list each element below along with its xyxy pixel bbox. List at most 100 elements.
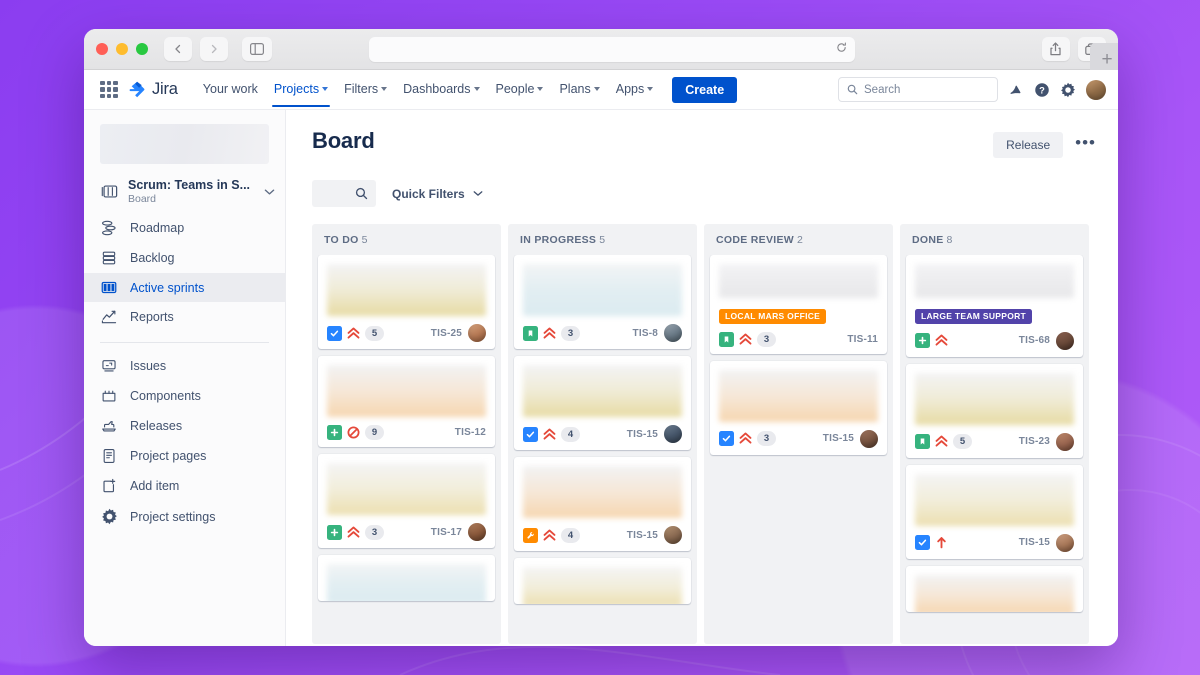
- close-window-button[interactable]: [96, 43, 108, 55]
- card-summary-redacted: [719, 369, 878, 422]
- bug-bookmark-icon[interactable]: [915, 434, 930, 449]
- board-card[interactable]: 9 TIS-12: [318, 356, 495, 447]
- assignee-avatar[interactable]: [468, 324, 486, 342]
- board-card[interactable]: [514, 558, 691, 604]
- card-summary-redacted: [327, 463, 486, 515]
- quick-filters-dropdown[interactable]: Quick Filters: [392, 187, 483, 201]
- card-meta: TIS-11: [847, 334, 878, 345]
- issue-key[interactable]: TIS-11: [847, 334, 878, 345]
- sidebar-item-backlog[interactable]: Backlog: [84, 243, 285, 273]
- story-check-icon[interactable]: [915, 535, 930, 550]
- issue-key[interactable]: TIS-15: [1019, 537, 1050, 548]
- board-card[interactable]: LOCAL MARS OFFICE 3 TIS-11: [710, 255, 887, 354]
- board-card[interactable]: 5 TIS-23: [906, 363, 1083, 458]
- reload-icon[interactable]: [836, 40, 847, 58]
- board-card[interactable]: [906, 565, 1083, 612]
- task-plus-icon[interactable]: [915, 333, 930, 348]
- bug-bookmark-icon[interactable]: [719, 331, 734, 347]
- back-button[interactable]: [164, 37, 192, 61]
- board-card[interactable]: [318, 555, 495, 601]
- help-circle-icon[interactable]: ?: [1034, 82, 1050, 98]
- notification-bell-icon[interactable]: [1008, 82, 1024, 98]
- sidebar-item-label: Releases: [130, 419, 183, 433]
- issue-key[interactable]: TIS-68: [1019, 335, 1050, 346]
- gear-icon[interactable]: [1060, 82, 1076, 98]
- board-card[interactable]: 4 TIS-15: [514, 356, 691, 450]
- sidebar-item-project-settings[interactable]: Project settings: [84, 501, 285, 532]
- assignee-avatar[interactable]: [860, 429, 878, 448]
- jira-logo[interactable]: Jira: [128, 80, 178, 99]
- issue-key[interactable]: TIS-8: [633, 328, 658, 339]
- board-card[interactable]: 3 TIS-15: [710, 360, 887, 455]
- assignee-avatar[interactable]: [1056, 432, 1074, 451]
- sidebar-item-components[interactable]: Components: [84, 381, 285, 411]
- story-check-icon[interactable]: [719, 431, 734, 446]
- issue-key[interactable]: TIS-25: [431, 328, 462, 339]
- assignee-avatar[interactable]: [468, 523, 486, 541]
- sidebar-item-add-item[interactable]: Add item: [84, 471, 285, 501]
- board-card[interactable]: 3 TIS-17: [318, 454, 495, 548]
- sidebar-item-active-sprints[interactable]: Active sprints: [84, 273, 285, 302]
- priority-highest-icon: [935, 435, 948, 448]
- minimize-window-button[interactable]: [116, 43, 128, 55]
- board-column-done: DONE 8 LARGE TEAM SUPPORT TIS-68 5 TIS-2…: [900, 224, 1089, 644]
- create-button[interactable]: Create: [672, 76, 738, 103]
- project-type: Board: [128, 193, 157, 205]
- board-card[interactable]: LARGE TEAM SUPPORT TIS-68: [906, 255, 1083, 357]
- board-search-input[interactable]: [312, 180, 376, 207]
- task-plus-icon[interactable]: [327, 524, 342, 540]
- story-check-icon[interactable]: [523, 426, 538, 442]
- project-switcher[interactable]: Scrum: Teams in S... Board: [84, 170, 285, 213]
- nav-item-plans[interactable]: Plans: [552, 73, 606, 106]
- app-switcher-grid-icon[interactable]: [98, 79, 120, 101]
- nav-item-dashboards[interactable]: Dashboards: [396, 73, 486, 106]
- wrench-icon[interactable]: [523, 527, 538, 543]
- story-check-icon[interactable]: [327, 325, 342, 341]
- card-label-chip[interactable]: LOCAL MARS OFFICE: [719, 308, 827, 324]
- assignee-avatar[interactable]: [664, 324, 682, 342]
- issue-key[interactable]: TIS-23: [1019, 436, 1050, 447]
- assignee-avatar[interactable]: [664, 526, 682, 544]
- card-label-chip[interactable]: LARGE TEAM SUPPORT: [915, 308, 1033, 324]
- board-card[interactable]: 4 TIS-15: [514, 457, 691, 551]
- story-point-estimate: 4: [561, 527, 580, 543]
- nav-item-projects[interactable]: Projects: [267, 73, 335, 107]
- global-search-input[interactable]: Search: [838, 77, 998, 102]
- sidebar-toggle-button[interactable]: [242, 37, 272, 61]
- ellipsis-icon[interactable]: •••: [1075, 134, 1096, 156]
- issue-key[interactable]: TIS-15: [627, 530, 658, 541]
- assignee-avatar[interactable]: [664, 425, 682, 443]
- release-button[interactable]: Release: [993, 132, 1064, 158]
- issue-key[interactable]: TIS-12: [455, 427, 486, 438]
- issue-key[interactable]: TIS-15: [627, 429, 658, 440]
- sidebar-item-reports[interactable]: Reports: [84, 302, 285, 332]
- board-card[interactable]: 3 TIS-8: [514, 255, 691, 349]
- chevron-down-icon[interactable]: [264, 183, 275, 201]
- sidebar-item-releases[interactable]: Releases: [84, 411, 285, 441]
- bug-bookmark-icon[interactable]: [523, 325, 538, 341]
- board-card[interactable]: 5 TIS-25: [318, 255, 495, 349]
- assignee-avatar[interactable]: [1056, 533, 1074, 552]
- share-button[interactable]: [1041, 37, 1070, 61]
- column-name: DONE: [912, 234, 944, 246]
- assignee-avatar[interactable]: [1056, 331, 1074, 350]
- url-bar[interactable]: [369, 36, 856, 62]
- issue-key[interactable]: TIS-15: [823, 433, 854, 444]
- jira-mark-icon: [129, 81, 145, 98]
- nav-item-your-work[interactable]: Your work: [196, 73, 265, 106]
- user-avatar[interactable]: [1086, 79, 1106, 100]
- nav-item-people[interactable]: People: [489, 73, 551, 106]
- sidebar-item-issues[interactable]: Issues: [84, 351, 285, 381]
- board-column-in-progress: IN PROGRESS 5 3 TIS-8 4 TIS-15 4 TIS-15: [508, 224, 697, 644]
- sidebar-item-project-pages[interactable]: Project pages: [84, 441, 285, 471]
- project-name: Scrum: Teams in S...: [128, 178, 251, 192]
- nav-item-apps[interactable]: Apps: [609, 73, 661, 106]
- chevron-down-icon: [473, 87, 480, 91]
- forward-button[interactable]: [200, 37, 228, 61]
- task-plus-icon[interactable]: [327, 425, 342, 440]
- maximize-window-button[interactable]: [136, 43, 148, 55]
- sidebar-item-roadmap[interactable]: Roadmap: [84, 213, 285, 243]
- issue-key[interactable]: TIS-17: [431, 527, 462, 538]
- nav-item-filters[interactable]: Filters: [337, 73, 394, 106]
- board-card[interactable]: TIS-15: [906, 464, 1083, 559]
